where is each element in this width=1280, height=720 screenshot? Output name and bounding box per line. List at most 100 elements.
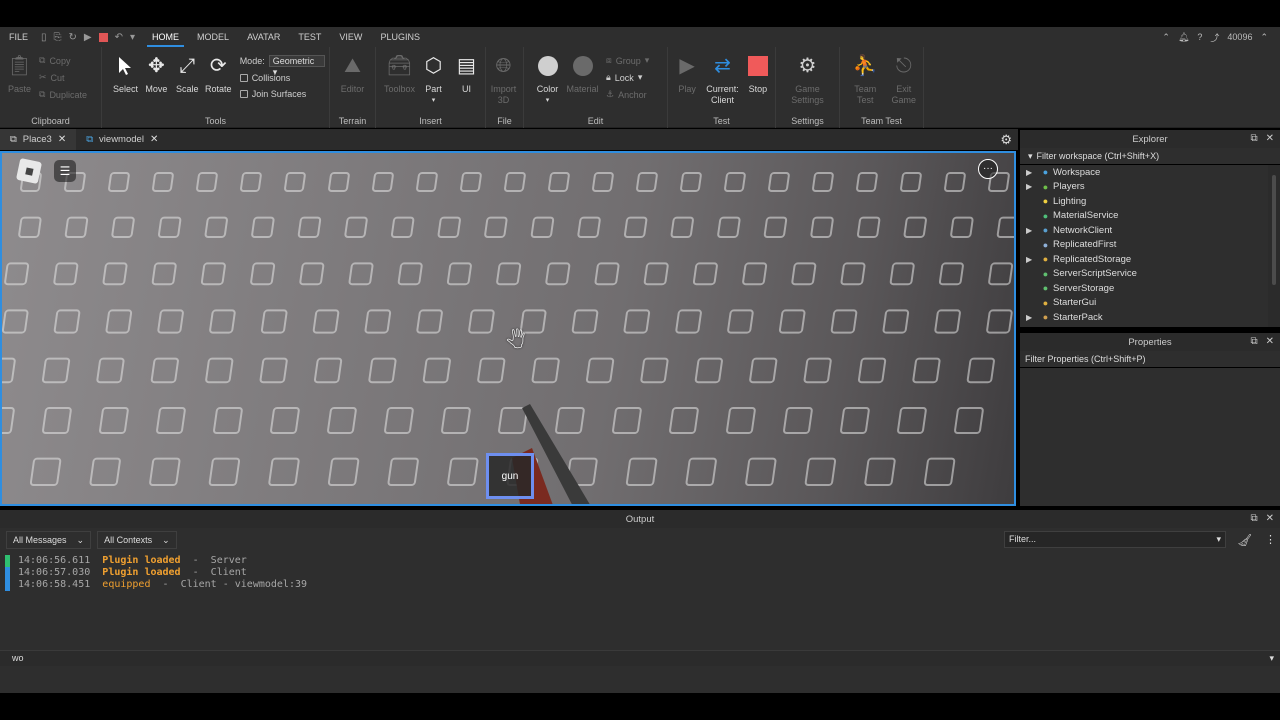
stop-icon[interactable] bbox=[98, 32, 108, 42]
expand-arrow-icon[interactable]: ▶ bbox=[1026, 182, 1038, 191]
explorer-item[interactable]: ● ServerStorage bbox=[1020, 281, 1270, 296]
cut-button[interactable]: ✂ Cut bbox=[39, 72, 87, 83]
menu-home[interactable]: HOME bbox=[143, 27, 188, 47]
rotate-icon: ⟳ bbox=[209, 54, 227, 77]
join-surfaces-toggle[interactable]: Join Surfaces bbox=[239, 89, 325, 99]
explorer-item[interactable]: ● MaterialService bbox=[1020, 209, 1270, 224]
tab-place3[interactable]: ⧉ Place3 ✕ bbox=[0, 129, 77, 150]
explorer-item[interactable]: ● StarterGui bbox=[1020, 296, 1270, 311]
close-icon[interactable]: ✕ bbox=[150, 134, 158, 145]
menu-view[interactable]: VIEW bbox=[330, 27, 371, 47]
group-clipboard: 📋︎ Paste ⧉ Copy ✂ Cut ⧉ Duplicate Clipboard bbox=[0, 47, 102, 128]
stud bbox=[685, 457, 717, 487]
roblox-menu-icon[interactable] bbox=[15, 157, 43, 185]
hotbar-slot-gun[interactable]: gun bbox=[486, 453, 534, 499]
expand-arrow-icon[interactable]: ▶ bbox=[1026, 226, 1038, 235]
explorer-item[interactable]: ▶ ● ReplicatedStorage bbox=[1020, 252, 1270, 267]
notifications-icon[interactable]: 🔔︎ bbox=[1178, 32, 1189, 43]
stud bbox=[724, 172, 746, 192]
mode-select[interactable]: Geometric ▾ bbox=[268, 55, 326, 77]
stud bbox=[2, 309, 29, 334]
team-test-icon: ⛹ bbox=[852, 54, 878, 77]
log-level-bar bbox=[5, 579, 10, 591]
menu-file[interactable]: FILE bbox=[0, 27, 37, 47]
stud bbox=[447, 457, 479, 487]
cursor-icon bbox=[112, 53, 138, 79]
undock-icon[interactable]: ⧉ bbox=[1250, 336, 1257, 347]
stud bbox=[208, 457, 241, 487]
network-icon: ● bbox=[1042, 225, 1049, 236]
save-icon[interactable]: ⎘ bbox=[54, 32, 62, 43]
copy-button[interactable]: ⧉ Copy bbox=[39, 55, 87, 66]
explorer-item[interactable]: ● ServerScriptService bbox=[1020, 267, 1270, 282]
duplicate-button[interactable]: ⧉ Duplicate bbox=[39, 89, 87, 100]
stud bbox=[196, 172, 218, 192]
contexts-filter-dropdown[interactable]: All Contexts ⌄ bbox=[97, 531, 177, 549]
collisions-toggle[interactable]: Collisions bbox=[239, 73, 325, 83]
bulb-icon: ● bbox=[1042, 196, 1049, 207]
properties-filter[interactable]: Filter Properties (Ctrl+Shift+P) bbox=[1020, 351, 1280, 367]
explorer-filter[interactable]: ▾ Filter workspace (Ctrl+Shift+X) bbox=[1020, 148, 1280, 164]
tab-viewmodel[interactable]: ⧉ viewmodel ✕ bbox=[76, 129, 168, 150]
expand-arrow-icon[interactable]: ⌃ bbox=[1260, 32, 1268, 43]
menu-test[interactable]: TEST bbox=[289, 27, 330, 47]
chat-icon[interactable]: ☰ bbox=[54, 160, 76, 182]
expand-arrow-icon[interactable]: ▶ bbox=[1026, 168, 1038, 177]
expand-arrow-icon[interactable]: ▶ bbox=[1026, 255, 1038, 264]
user-id[interactable]: 40096 bbox=[1227, 32, 1252, 42]
group-label-insert: Insert bbox=[419, 116, 442, 126]
stud bbox=[111, 216, 135, 238]
more-icon[interactable]: ⋮ bbox=[1265, 533, 1276, 546]
lock-button[interactable]: 🔒︎ Lock ▾ bbox=[606, 72, 649, 83]
more-options-icon[interactable]: ··· bbox=[978, 159, 998, 179]
gear-icon[interactable]: ⚙ bbox=[1000, 132, 1012, 148]
undo-icon[interactable]: ↶ bbox=[115, 32, 123, 43]
stud bbox=[571, 309, 599, 334]
group-button[interactable]: ⧈ Group ▾ bbox=[606, 55, 649, 66]
chevron-down-icon: ▾ bbox=[1269, 653, 1274, 663]
stud bbox=[99, 407, 129, 434]
menu-avatar[interactable]: AVATAR bbox=[238, 27, 289, 47]
cut-icon: ✂ bbox=[39, 72, 47, 82]
undock-icon[interactable]: ⧉ bbox=[1250, 133, 1257, 144]
terrain-icon: ⛰ bbox=[344, 54, 361, 77]
expand-arrow-icon[interactable]: ▶ bbox=[1026, 313, 1038, 322]
menu-plugins[interactable]: PLUGINS bbox=[371, 27, 429, 47]
log-line: 14:06:56.611 Plugin loaded - Server bbox=[0, 555, 1280, 567]
command-bar[interactable]: wo ▾ bbox=[0, 650, 1280, 666]
close-icon[interactable]: ✕ bbox=[1266, 513, 1274, 524]
output-filter-input[interactable]: Filter... ▾ bbox=[1004, 531, 1226, 548]
stud bbox=[268, 457, 300, 487]
stud bbox=[437, 216, 461, 238]
file-icon[interactable]: ▯ bbox=[41, 32, 47, 43]
share-icon[interactable]: ⤴ bbox=[1210, 31, 1219, 44]
explorer-item[interactable]: ▶ ● Players bbox=[1020, 180, 1270, 195]
redo-icon[interactable]: ↻ bbox=[69, 32, 77, 43]
stud bbox=[397, 262, 423, 286]
stud bbox=[468, 309, 495, 334]
close-icon[interactable]: ✕ bbox=[1266, 133, 1274, 144]
explorer-item[interactable]: ▶ ● StarterPack bbox=[1020, 310, 1270, 325]
dropdown-icon[interactable]: ▾ bbox=[130, 32, 135, 43]
messages-filter-dropdown[interactable]: All Messages ⌄ bbox=[6, 531, 92, 549]
explorer-item[interactable]: ● ReplicatedFirst bbox=[1020, 238, 1270, 253]
explorer-item[interactable]: ▶ ● NetworkClient bbox=[1020, 223, 1270, 238]
help-icon[interactable]: ? bbox=[1197, 32, 1202, 42]
explorer-scrollbar[interactable] bbox=[1268, 165, 1280, 327]
ui-icon: ▤ bbox=[457, 54, 476, 77]
undock-icon[interactable]: ⧉ bbox=[1250, 513, 1257, 524]
stud bbox=[778, 309, 806, 334]
stud bbox=[903, 216, 927, 238]
explorer-item[interactable]: ▶ ● Workspace bbox=[1020, 165, 1270, 180]
explorer-item[interactable]: ● Lighting bbox=[1020, 194, 1270, 209]
stud bbox=[416, 172, 438, 192]
close-icon[interactable]: ✕ bbox=[58, 134, 66, 145]
collapse-icon[interactable]: ⌃ bbox=[1162, 32, 1170, 43]
game-viewport[interactable]: ☰ ··· 🖑︎ gun bbox=[0, 151, 1016, 506]
clear-output-icon[interactable]: 🧹︎ bbox=[1237, 533, 1252, 547]
play-icon[interactable]: ▶ bbox=[84, 32, 92, 43]
menu-model[interactable]: MODEL bbox=[188, 27, 238, 47]
close-icon[interactable]: ✕ bbox=[1266, 336, 1274, 347]
stud bbox=[151, 262, 177, 286]
anchor-button[interactable]: ⚓︎ Anchor bbox=[606, 89, 649, 100]
